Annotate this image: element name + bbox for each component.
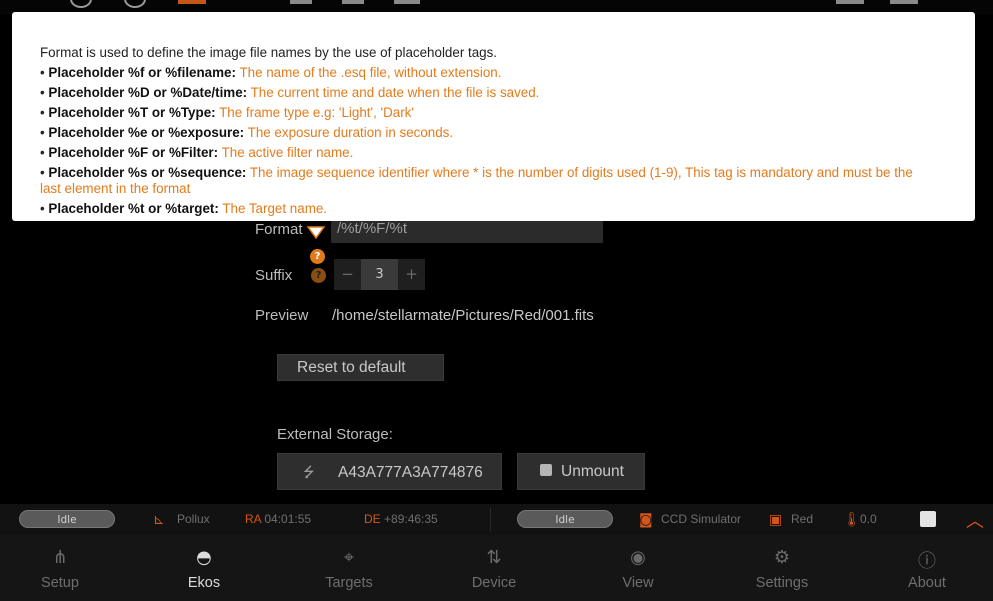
info-icon: ⓘ [918,551,936,572]
crosshair-icon: ⌖ [343,547,355,568]
camera-status-badge: Idle [517,510,613,528]
tooltip-item: • Placeholder %t or %target: The Target … [40,201,328,216]
format-help-tooltip: Format is used to define the image file … [12,12,975,221]
toolbar-active-icon[interactable] [178,0,206,4]
tooltip-item: • Placeholder %e or %exposure: The expos… [40,125,454,140]
de-readout: DE +89:46:35 [364,512,438,526]
toolbar-icon[interactable] [836,0,864,4]
tooltip-intro: Format is used to define the image file … [40,45,498,60]
suffix-value[interactable]: 3 [361,259,398,290]
toolbar-icon[interactable] [290,0,312,4]
eject-icon [540,464,552,476]
save-icon[interactable] [920,511,936,527]
toolbar-icon[interactable] [890,0,918,4]
toolbar-icon[interactable] [394,0,420,4]
network-icon: ⋔ [52,547,68,568]
mount-status-badge: Idle [19,510,115,528]
gear-icon: ⚙ [773,547,791,568]
toolbar-circle-icon[interactable] [124,0,146,8]
nav-view[interactable]: ◉ View [566,535,710,601]
nav-device[interactable]: ⇅ Device [422,535,566,601]
nav-settings[interactable]: ⚙ Settings [710,535,854,601]
unmount-button[interactable]: Unmount [517,453,645,490]
storage-id: A43A777A3A774876 [338,464,483,481]
reset-default-button[interactable]: Reset to default [277,354,444,381]
toolbar-circle-icon[interactable] [70,0,92,8]
mount-name: Pollux [177,512,210,526]
format-label: Format [255,221,303,238]
pointer-arrow-icon [306,226,326,240]
camera-icon: ◙ [639,512,653,528]
thermometer-icon: 🌡 [843,512,861,528]
unmount-label: Unmount [561,463,624,480]
filter-name: Red [791,512,814,526]
increment-button[interactable]: + [398,259,425,290]
nav-about[interactable]: ⓘ About [855,535,993,601]
tooltip-item: • Placeholder %T or %Type: The frame typ… [40,105,414,120]
tooltip-item: • Placeholder %F or %Filter: The active … [40,145,354,160]
suffix-stepper: − 3 + [334,259,425,290]
status-bar: Idle ⊾ Pollux RA 04:01:55 DE +89:46:35 I… [0,504,993,535]
toolbar-icon[interactable] [342,0,364,4]
suffix-label: Suffix [255,267,293,284]
divider [490,508,491,531]
nav-targets[interactable]: ⌖ Targets [277,535,421,601]
question-icon[interactable]: ? [310,249,325,264]
tooltip-item: • Placeholder %f or %filename: The name … [40,65,502,80]
camera-name: CCD Simulator [661,512,742,526]
chevron-up-icon[interactable]: ︿ [966,507,984,533]
usb-icon: ⭍ [303,464,315,480]
temperature-value: 0.0 [860,512,877,526]
nav-ekos[interactable]: ◓ Ekos [132,535,276,601]
decrement-button[interactable]: − [334,259,361,290]
ra-readout: RA 04:01:55 [245,512,312,526]
bottom-nav: ⋔ Setup ◓ Ekos ⌖ Targets ⇅ Device ◉ View… [0,535,993,601]
tooltip-item: • Placeholder %D or %Date/time: The curr… [40,85,540,100]
telescope-icon: ⊾ [153,512,165,528]
eye-icon: ◉ [630,547,646,568]
preview-value: /home/stellarmate/Pictures/Red/001.fits [332,307,594,324]
device-icon: ⇅ [486,547,502,568]
question-icon[interactable]: ? [311,268,326,283]
nav-setup[interactable]: ⋔ Setup [0,535,132,601]
external-storage-label: External Storage: [277,426,393,443]
observatory-icon: ◓ [196,547,212,568]
storage-device-button[interactable]: ⭍ A43A777A3A774876 [277,453,502,490]
tooltip-item: • Placeholder %s or %sequence: The image… [40,165,913,196]
preview-label: Preview [255,307,309,324]
filter-icon: ▣ [769,512,783,528]
